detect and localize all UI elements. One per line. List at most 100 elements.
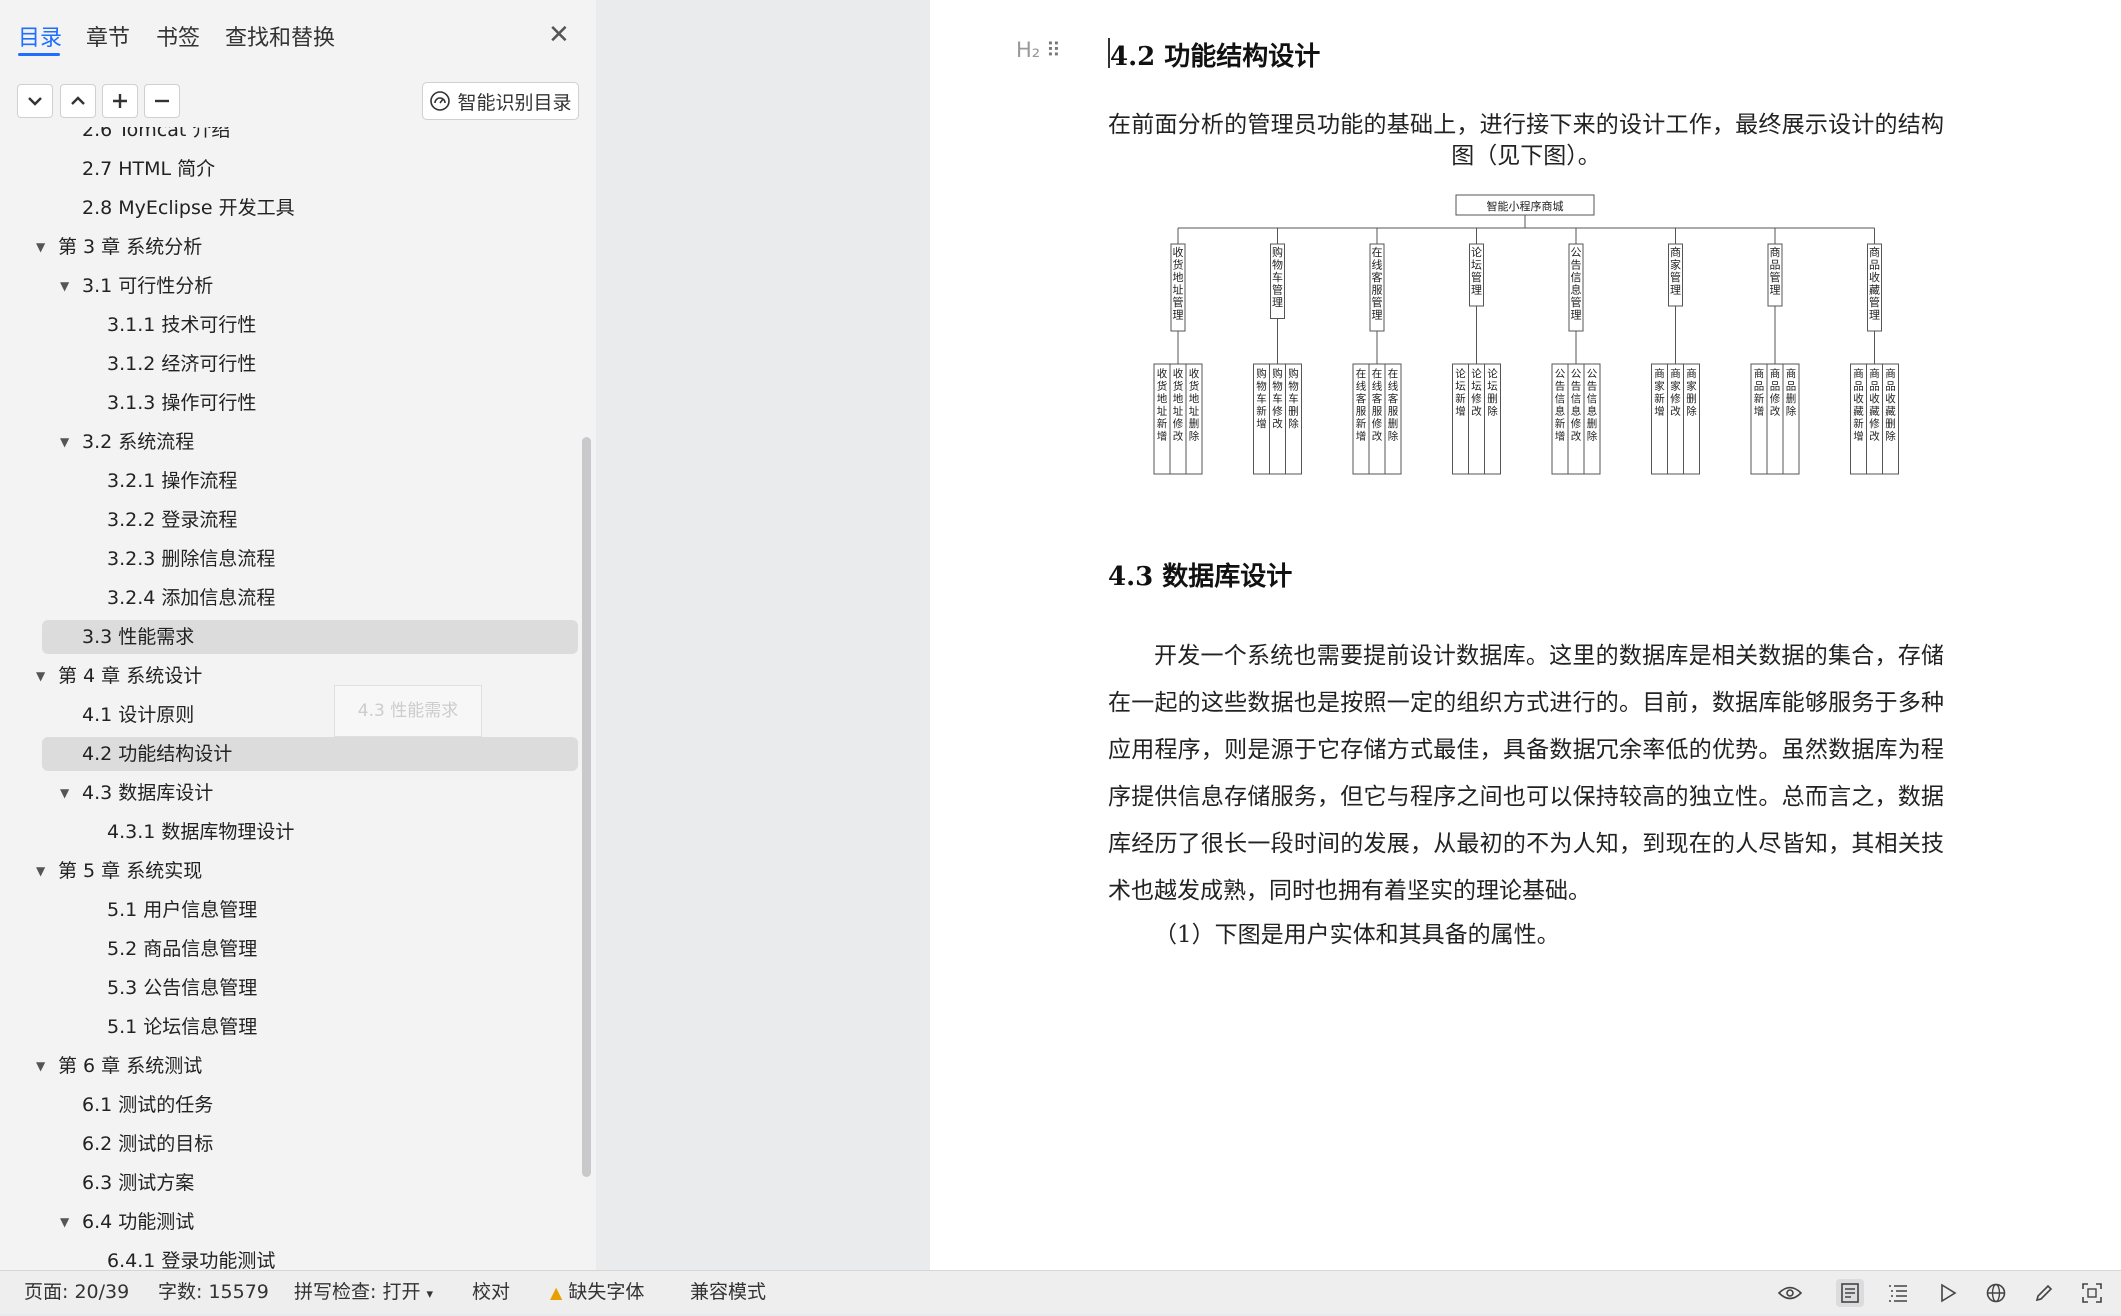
diagram-function-char: 修 [1571,417,1582,430]
toc-item-label: 5.3 公告信息管理 [107,977,258,999]
toc-item[interactable]: 2.6 Tomcat 介绍 [42,127,578,147]
paragraph-4-2[interactable]: 在前面分析的管理员功能的基础上，进行接下来的设计工作，最终展示设计的结构图（见下… [1108,110,1944,172]
diagram-function-char: 息 [1555,405,1566,418]
diagram-module-char: 理 [1670,284,1681,297]
expand-triangle-icon[interactable]: ▼ [36,659,45,693]
diagram-function-char: 增 [1654,405,1665,418]
play-icon[interactable] [1934,1279,1962,1307]
diagram-module-char: 管 [1471,270,1482,284]
spell-check-toggle[interactable]: 拼写检查: 打开 ▾ [294,1271,433,1315]
diagram-function-char: 家 [1686,380,1697,393]
outline-view-glyph [1889,1285,1907,1302]
diagram-module-char: 商 [1670,245,1681,259]
paragraph-4-3-item1[interactable]: （1）下图是用户实体和其具备的属性。 [1108,912,1944,959]
toc-item-label: 3.1.2 经济可行性 [107,353,257,375]
toc-item[interactable]: 3.3 性能需求 [42,620,578,654]
toc-item-label: 4.2 功能结构设计 [82,743,233,765]
toc-item[interactable]: 3.1.3 操作可行性 [42,386,578,420]
toc-item[interactable]: ▼ 4.3 数据库设计 [42,776,578,810]
close-panel-icon[interactable]: ✕ [548,20,570,50]
toc-item[interactable]: 2.7 HTML 简介 [42,152,578,186]
heading-4-3[interactable]: 4.3 数据库设计 [1108,556,1292,593]
status-bar: 页面: 20/39 字数: 15579 拼写检查: 打开 ▾ 校对 ▲ 缺失字体… [0,1270,2121,1314]
proofread-button[interactable]: 校对 [472,1271,510,1315]
expand-triangle-icon[interactable]: ▼ [60,776,69,810]
function-structure-diagram[interactable]: 智能小程序商城收货地址管理收货地址新增收货地址修改收货地址删除购物车管理购物车新… [1140,190,1910,490]
toc-item[interactable]: 5.1 用户信息管理 [42,893,578,927]
missing-font-button[interactable]: ▲ 缺失字体 [550,1271,644,1315]
toc-item[interactable]: 4.2 功能结构设计 [42,737,578,771]
collapse-up-button[interactable] [60,84,96,118]
toc-item[interactable]: 4.3.1 数据库物理设计 [42,815,578,849]
fullscreen-icon[interactable] [2078,1279,2106,1307]
toc-item[interactable]: 6.3 测试方案 [42,1166,578,1200]
toc-item[interactable]: 3.2.2 登录流程 [42,503,578,537]
diagram-function-char: 公 [1555,368,1566,380]
globe-icon[interactable] [1982,1279,2010,1307]
expand-triangle-icon[interactable]: ▼ [60,269,69,303]
drag-handle-icon[interactable]: ⠿ [1046,38,1061,62]
diagram-function-char: 藏 [1869,406,1880,418]
diagram-function-char: 车 [1288,392,1299,405]
heading-4-2[interactable]: 4.2 功能结构设计 [1110,36,1320,73]
toc-item[interactable]: ▼ 第 6 章 系统测试 [36,1049,578,1083]
toc-item-label: 第 5 章 系统实现 [58,860,203,882]
tab-bookmarks[interactable]: 书签 [156,20,200,52]
word-count[interactable]: 字数: 15579 [158,1271,269,1315]
globe-glyph [1986,1283,2006,1303]
expand-triangle-icon[interactable]: ▼ [60,425,69,459]
toc-item[interactable]: 5.1 论坛信息管理 [42,1010,578,1044]
toc-item[interactable]: 4.1 设计原则 [42,698,578,732]
heading-level-tag[interactable]: H₂ [1016,38,1040,62]
page-view-icon[interactable] [1836,1279,1864,1307]
toc-item-label: 3.2.4 添加信息流程 [107,587,276,609]
expand-all-button[interactable] [102,84,138,118]
toc-item[interactable]: ▼ 3.2 系统流程 [42,425,578,459]
eye-icon[interactable] [1776,1279,1804,1307]
pen-icon[interactable] [2030,1279,2058,1307]
expand-triangle-icon[interactable]: ▼ [60,1205,69,1239]
diagram-function-char: 品 [1786,381,1797,393]
diagram-function-char: 删 [1388,418,1399,430]
collapse-down-button[interactable] [17,84,53,118]
diagram-function-char: 购 [1256,367,1267,380]
expand-triangle-icon[interactable]: ▼ [36,230,45,264]
compat-mode-label[interactable]: 兼容模式 [690,1271,766,1315]
toc-item[interactable]: ▼ 第 4 章 系统设计 [36,659,578,693]
expand-triangle-icon[interactable]: ▼ [36,854,45,888]
toc-item[interactable]: 3.1.2 经济可行性 [42,347,578,381]
toc-item[interactable]: 6.2 测试的目标 [42,1127,578,1161]
diagram-function-char: 商 [1686,367,1697,380]
outline-view-icon[interactable] [1884,1279,1912,1307]
toc-item[interactable]: 5.2 商品信息管理 [42,932,578,966]
toc-item[interactable]: 3.2.1 操作流程 [42,464,578,498]
diagram-function-char: 新 [1256,405,1267,418]
expand-triangle-icon[interactable]: ▼ [36,1049,45,1083]
tab-find-replace[interactable]: 查找和替换 [225,20,335,52]
diagram-function-char: 除 [1288,417,1299,430]
toc-item[interactable]: 3.2.4 添加信息流程 [42,581,578,615]
diagram-function-char: 址 [1157,405,1168,418]
toc-item-label: 2.6 Tomcat 介绍 [82,127,231,141]
tab-toc[interactable]: 目录 [18,20,62,52]
tab-chapters[interactable]: 章节 [86,20,130,52]
collapse-all-button[interactable] [144,84,180,118]
toc-item[interactable]: 3.1.1 技术可行性 [42,308,578,342]
toc-item[interactable]: 6.1 测试的任务 [42,1088,578,1122]
toc-item-label: 6.2 测试的目标 [82,1133,214,1155]
toc-item[interactable]: 3.2.3 删除信息流程 [42,542,578,576]
toc-item[interactable]: 2.8 MyEclipse 开发工具 [42,191,578,225]
toc-scrollbar[interactable] [582,437,591,1177]
toc-item[interactable]: 6.4.1 登录功能测试 [42,1244,578,1270]
toc-item[interactable]: ▼ 第 5 章 系统实现 [36,854,578,888]
diagram-function-char: 增 [1853,430,1864,443]
toc-item[interactable]: ▼ 6.4 功能测试 [42,1205,578,1239]
toc-item-label: 4.3.1 数据库物理设计 [107,821,295,843]
diagram-function-char: 公 [1587,368,1598,380]
page-indicator[interactable]: 页面: 20/39 [24,1271,129,1315]
toc-item[interactable]: 5.3 公告信息管理 [42,971,578,1005]
smart-toc-button[interactable]: 智能识别目录 [422,82,579,120]
paragraph-4-3[interactable]: 开发一个系统也需要提前设计数据库。这里的数据库是相关数据的集合，存储在一起的这些… [1108,633,1944,915]
toc-item[interactable]: ▼ 第 3 章 系统分析 [36,230,578,264]
toc-item[interactable]: ▼ 3.1 可行性分析 [42,269,578,303]
